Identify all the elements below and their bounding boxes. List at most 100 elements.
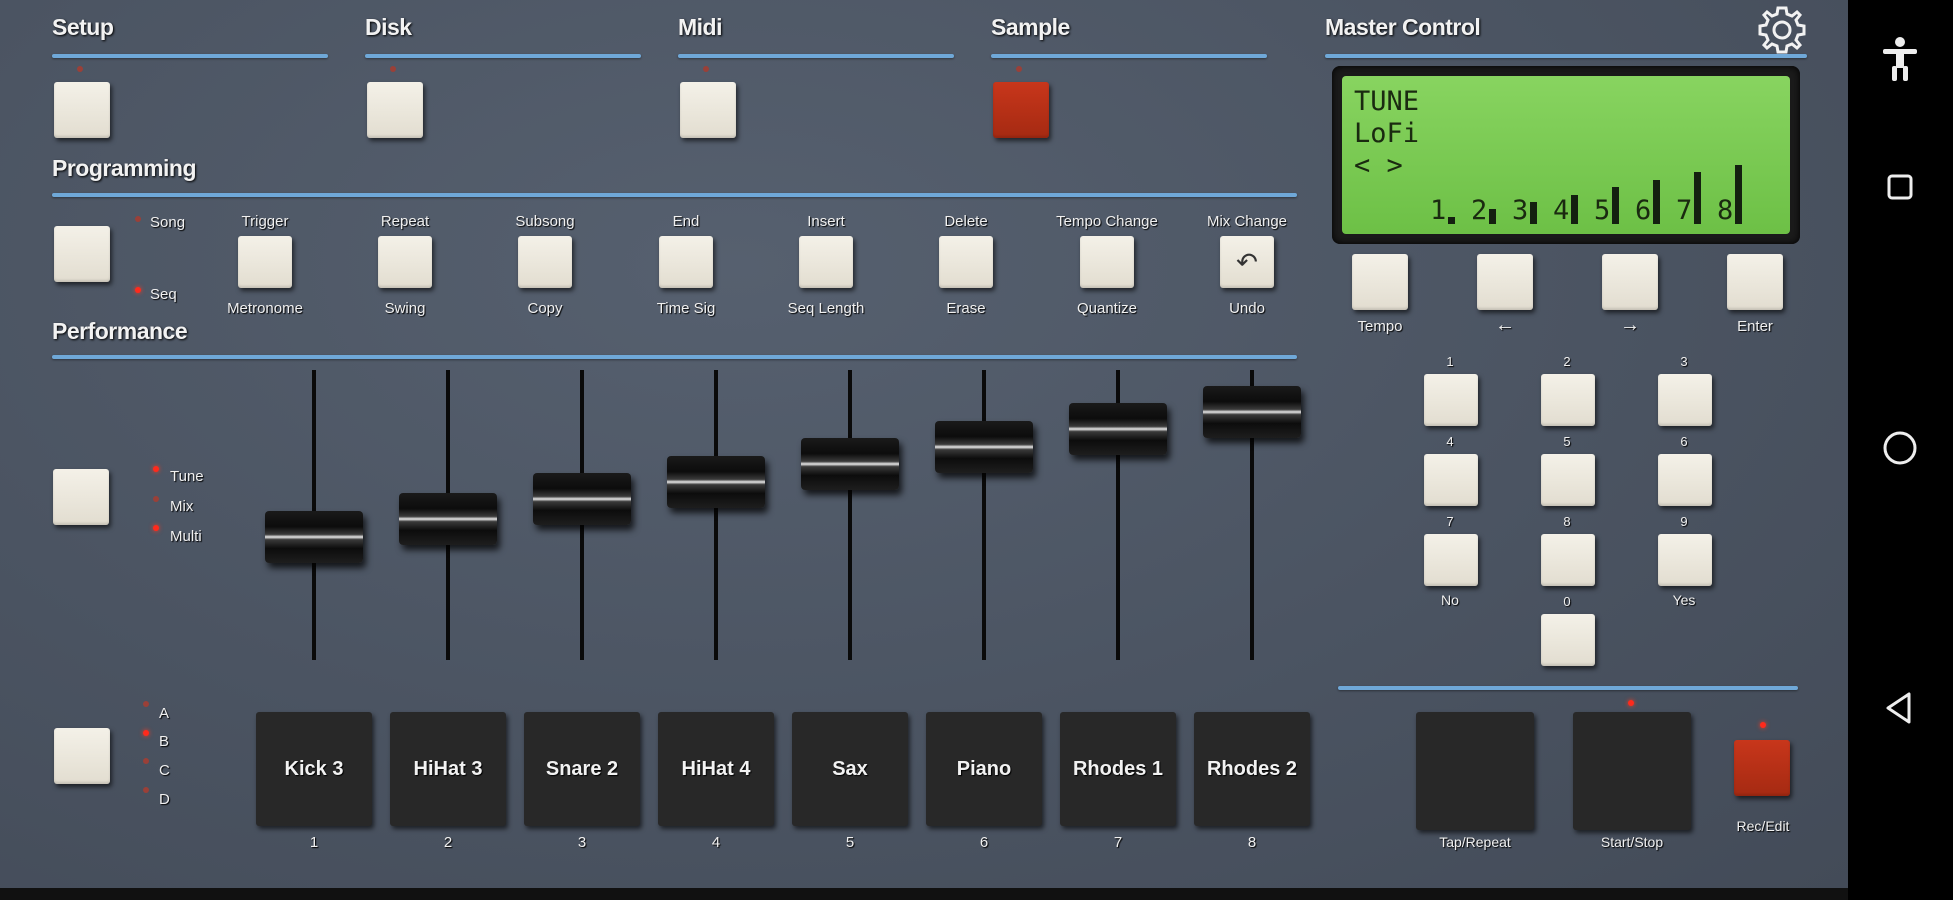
drum-pad-2[interactable]: HiHat 3: [390, 712, 506, 826]
subsong-button[interactable]: [518, 236, 572, 288]
setup-button[interactable]: [54, 82, 110, 138]
bank-c-led: [143, 758, 149, 764]
drum-pad-8[interactable]: Rhodes 2: [1194, 712, 1310, 826]
rec-edit-button[interactable]: [1734, 740, 1790, 796]
bank-b-label: B: [159, 733, 170, 750]
lcd-channel-5: 5: [1594, 187, 1635, 224]
drum-pad-1[interactable]: Kick 3: [256, 712, 372, 826]
bank-a-led: [143, 701, 149, 707]
copy-label: Copy: [527, 300, 563, 317]
drum-pad-4[interactable]: HiHat 4: [658, 712, 774, 826]
key-8-button[interactable]: [1541, 534, 1595, 586]
lcd-channel-2: 2: [1471, 197, 1512, 224]
square-icon[interactable]: [1870, 157, 1930, 217]
key-5-label: 5: [1563, 434, 1571, 449]
mix-led: [153, 496, 159, 502]
fader-handle-5[interactable]: [801, 438, 899, 491]
lcd-screen: TUNE LoFi < > 12345678: [1342, 76, 1790, 234]
insert-button[interactable]: [799, 236, 853, 288]
bank-select-button[interactable]: [54, 728, 110, 784]
tap-repeat-button[interactable]: [1416, 712, 1534, 830]
performance-mode-button[interactable]: [53, 469, 109, 525]
fader-handle-4[interactable]: [667, 455, 765, 508]
performance-rule: [52, 355, 1297, 359]
end-button[interactable]: [659, 236, 713, 288]
start-stop-led: [1628, 700, 1634, 706]
drum-pad-7[interactable]: Rhodes 1: [1060, 712, 1176, 826]
bottom-edge: [0, 888, 1848, 900]
lcd-channel-7: 7: [1676, 172, 1717, 224]
erase-label: Erase: [946, 300, 986, 317]
seq-led: [135, 287, 141, 293]
rec-edit-led: [1760, 722, 1766, 728]
key-5-button[interactable]: [1541, 454, 1595, 506]
trigger-button[interactable]: [238, 236, 292, 288]
triangle-back-icon[interactable]: [1870, 678, 1930, 738]
lcd-level-bar: [1489, 209, 1497, 224]
key-1-button[interactable]: [1424, 374, 1478, 426]
left-arrow-button[interactable]: [1477, 254, 1533, 310]
seq-label: Seq: [150, 286, 177, 303]
drum-pad-6[interactable]: Piano: [926, 712, 1042, 826]
bank-c-label: C: [159, 762, 170, 779]
no-label: No: [1441, 592, 1459, 608]
fader-handle-2[interactable]: [399, 493, 497, 546]
key-4-button[interactable]: [1424, 454, 1478, 506]
lcd-level-bar: [1612, 187, 1620, 224]
sample-button[interactable]: [993, 82, 1049, 138]
yes-label: Yes: [1672, 592, 1696, 608]
drum-pad-3[interactable]: Snare 2: [524, 712, 640, 826]
right-arrow-button[interactable]: [1602, 254, 1658, 310]
key-0-button[interactable]: [1541, 614, 1595, 666]
setup-led: [77, 66, 83, 72]
drum-pad-5[interactable]: Sax: [792, 712, 908, 826]
bank-a-label: A: [159, 705, 170, 722]
section-title-master-control: Master Control: [1325, 14, 1481, 40]
undo-label: Undo: [1229, 300, 1265, 317]
key-2-button[interactable]: [1541, 374, 1595, 426]
rec-edit-label: Rec/Edit: [1736, 818, 1790, 834]
right-arrow-icon: →: [1620, 314, 1640, 336]
key-6-button[interactable]: [1658, 454, 1712, 506]
tempo-change-button[interactable]: [1080, 236, 1134, 288]
lcd-level-bar: [1694, 172, 1702, 224]
fader-handle-7[interactable]: [1069, 403, 1167, 456]
key-7-button[interactable]: [1424, 534, 1478, 586]
enter-label: Enter: [1737, 318, 1773, 335]
drum-machine-panel: Setup Disk Midi Sample Master Control Pr…: [0, 0, 1848, 888]
programming-mode-button[interactable]: [54, 226, 110, 282]
mix-change-button[interactable]: ↶: [1220, 236, 1274, 288]
lcd-level-bar: [1735, 165, 1743, 224]
key-3-button[interactable]: [1658, 374, 1712, 426]
delete-button[interactable]: [939, 236, 993, 288]
disk-button[interactable]: [367, 82, 423, 138]
accessibility-icon[interactable]: [1870, 28, 1930, 88]
fader-handle-3[interactable]: [533, 473, 631, 525]
lcd-channel-number: 4: [1553, 195, 1570, 226]
fader-handle-6[interactable]: [935, 420, 1033, 473]
repeat-button[interactable]: [378, 236, 432, 288]
fader-handle-1[interactable]: [265, 510, 363, 563]
lcd-channel-4: 4: [1553, 195, 1594, 224]
enter-button[interactable]: [1727, 254, 1783, 310]
section-title-performance: Performance: [52, 318, 188, 344]
transport-rule: [1338, 686, 1798, 690]
metronome-label: Metronome: [227, 300, 303, 317]
gear-icon[interactable]: [1756, 4, 1808, 56]
lcd-line-2: LoFi: [1354, 118, 1420, 149]
tempo-button[interactable]: [1352, 254, 1408, 310]
fader-track-6: [982, 370, 986, 660]
key-4-label: 4: [1446, 434, 1454, 449]
key-9-button[interactable]: [1658, 534, 1712, 586]
system-navigation-bar: [1848, 0, 1953, 900]
seq-length-label: Seq Length: [787, 300, 865, 317]
key-7-label: 7: [1446, 514, 1454, 529]
circle-icon[interactable]: [1870, 418, 1930, 478]
midi-button[interactable]: [680, 82, 736, 138]
mix-label: Mix: [170, 498, 194, 515]
section-title-disk: Disk: [365, 14, 412, 40]
fader-handle-8[interactable]: [1203, 386, 1301, 438]
start-stop-button[interactable]: [1573, 712, 1691, 830]
sample-led: [1016, 66, 1022, 72]
lcd-level-bar: [1530, 202, 1538, 224]
